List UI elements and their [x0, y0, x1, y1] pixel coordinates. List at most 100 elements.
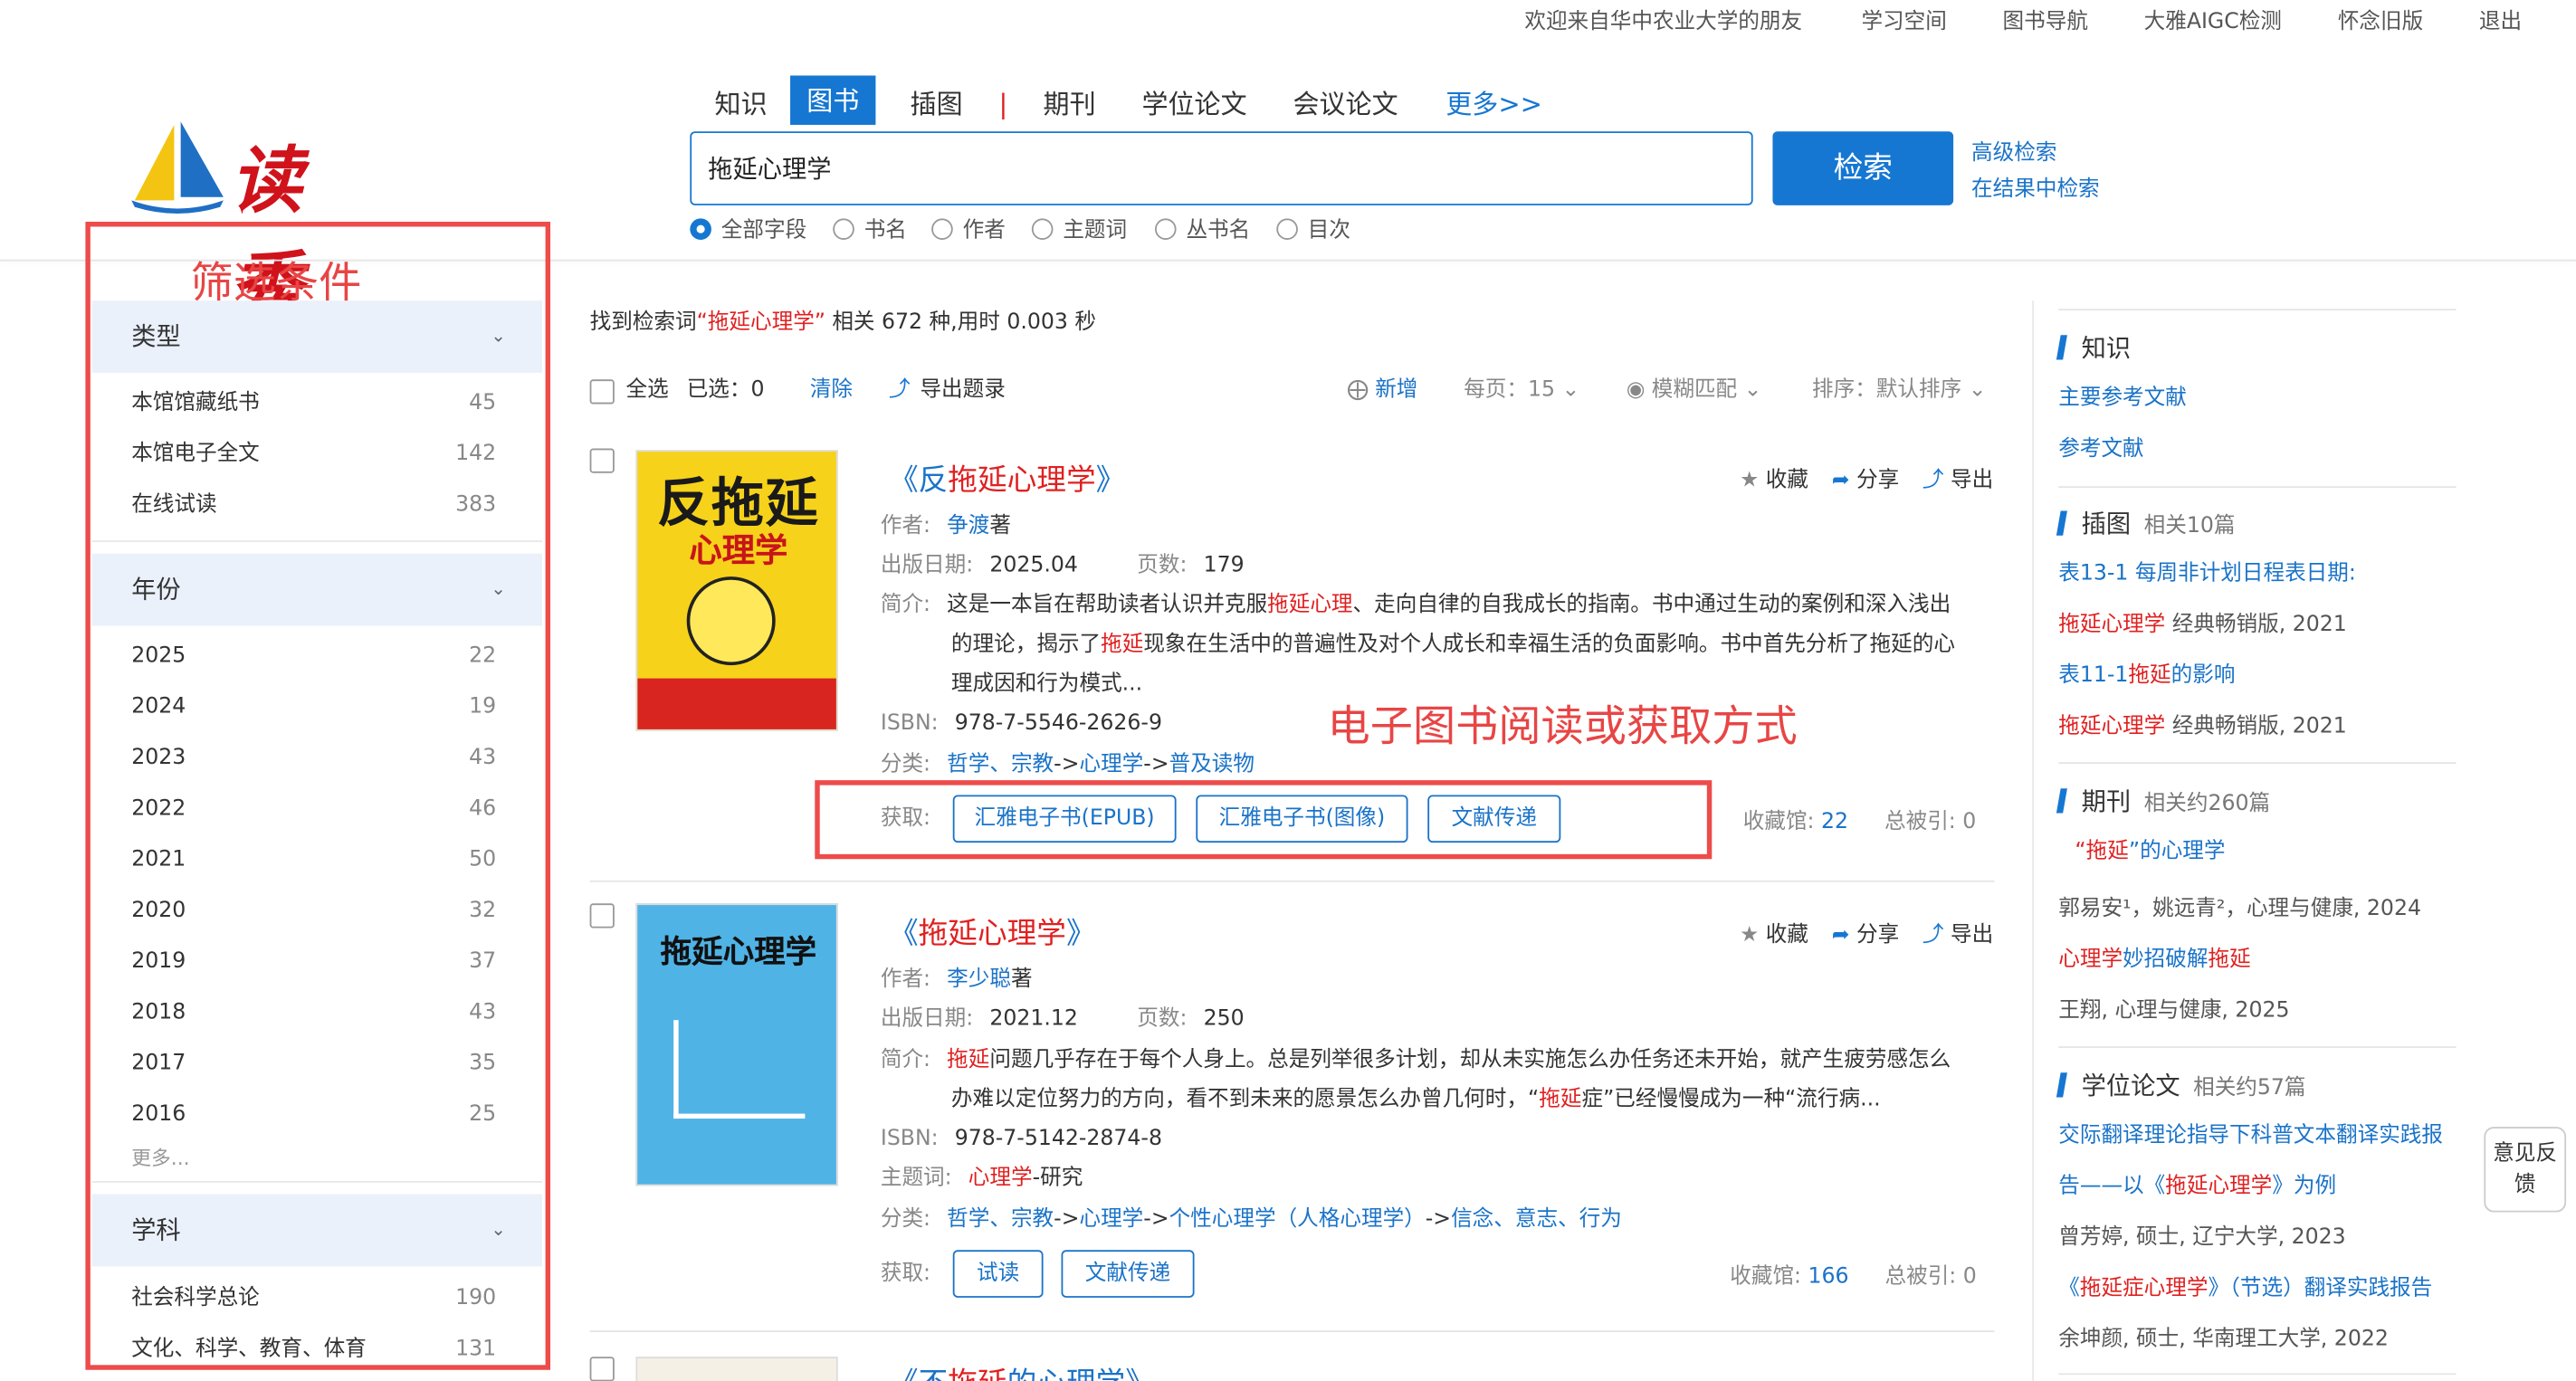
export-button[interactable]: ⤴ 导出: [1922, 923, 1993, 948]
related-figures-heading: 插图 相关10篇: [2056, 506, 2235, 540]
tab-divider: |: [998, 89, 1008, 120]
field-all-radio[interactable]: 全部字段: [690, 218, 806, 244]
field-toc-radio[interactable]: 目次: [1276, 218, 1350, 244]
trial-read-button[interactable]: 试读: [952, 1250, 1044, 1298]
tab-journals[interactable]: 期刊: [1044, 85, 1096, 125]
column-divider: [2032, 300, 2035, 1381]
logo[interactable]: 读秀: [129, 119, 375, 329]
share-button[interactable]: ➦ 分享: [1832, 468, 1900, 492]
field-author-radio[interactable]: 作者: [931, 218, 1006, 244]
welcome-text: 欢迎来自华中农业大学的朋友: [1524, 9, 1803, 35]
export-button[interactable]: ⤴ 导出: [1922, 468, 1993, 492]
result-checkbox[interactable]: [589, 903, 615, 929]
author-link[interactable]: 争渡: [947, 514, 989, 538]
favorite-button[interactable]: ★ 收藏: [1740, 468, 1808, 492]
field-title-radio[interactable]: 书名: [833, 218, 907, 244]
divider: [2058, 1046, 2457, 1049]
related-theses-heading: 学位论文 相关约57篇: [2056, 1068, 2306, 1102]
clear-link[interactable]: 清除: [810, 376, 853, 406]
stairs-illustration: [673, 1020, 806, 1119]
result-actions: ★ 收藏 ➦ 分享 ⤴ 导出: [1740, 917, 1993, 948]
related-link[interactable]: 拖延心理学: [2058, 715, 2165, 739]
favorite-button[interactable]: ★ 收藏: [1740, 923, 1808, 948]
book-cover-image[interactable]: [635, 1357, 838, 1381]
related-link[interactable]: 《拖延症心理学》（节选）翻译实践报告: [2058, 1274, 2432, 1304]
classification: 分类: 哲学、宗教->心理学->普及读物: [880, 752, 1255, 777]
link-study-space[interactable]: 学习空间: [1861, 4, 1946, 34]
divider: [589, 1330, 1995, 1333]
divider: [2058, 309, 2457, 311]
divider: [2058, 762, 2457, 764]
tab-figures[interactable]: 插图: [911, 85, 963, 125]
export-icon: ⤴: [888, 377, 911, 403]
select-all-checkbox[interactable]: [589, 379, 615, 405]
holdings-count[interactable]: 166: [1808, 1265, 1849, 1290]
tab-books[interactable]: 图书: [790, 75, 876, 125]
ebook-highlight-box: [815, 780, 1713, 860]
result-intro: 简介: 这是一本旨在帮助读者认识并克服拖延心理、走向自律的自我成长的指南。书中通过…: [880, 593, 1955, 697]
field-series-radio[interactable]: 丛书名: [1154, 218, 1250, 244]
per-page-select[interactable]: 每页：15 ⌄: [1464, 376, 1579, 406]
result-title[interactable]: 《反拖延心理学》: [889, 457, 1125, 500]
book-cover-image[interactable]: 拖延心理学: [635, 903, 838, 1186]
filter-highlight-box: [85, 222, 551, 1370]
related-link[interactable]: 拖延心理学: [2058, 613, 2165, 637]
fuzzy-icon: ◉: [1626, 377, 1646, 403]
add-button[interactable]: ⨁ 新增: [1347, 376, 1417, 406]
book-cover-image[interactable]: 反拖延 心理学: [635, 450, 838, 731]
result-title[interactable]: 《拖延心理学》: [889, 910, 1096, 953]
add-icon: ⨁: [1347, 377, 1369, 403]
result-intro: 简介: 拖延问题几乎存在于每个人身上。总是列举很多计划，却从未实施怎么办任务还未开…: [880, 1048, 1951, 1112]
related-link[interactable]: 交际翻译理论指导下科普文本翻译实践报: [2058, 1122, 2443, 1152]
search-input[interactable]: 拖延心理学: [690, 131, 1753, 205]
related-link[interactable]: 表11-1拖延的影响: [2058, 662, 2235, 691]
link-old-version[interactable]: 怀念旧版: [2338, 4, 2423, 34]
result-checkbox[interactable]: [589, 448, 615, 473]
link-logout[interactable]: 退出: [2479, 4, 2522, 34]
related-link[interactable]: 参考文献: [2058, 435, 2143, 465]
select-all-label[interactable]: 全选: [626, 376, 669, 406]
link-aigc[interactable]: 大雅AIGC检测: [2144, 4, 2282, 34]
star-icon: ★: [1740, 923, 1760, 948]
share-icon: ➦: [1831, 468, 1850, 493]
share-icon: ➦: [1831, 923, 1850, 948]
related-link[interactable]: 心理学妙招破解拖延: [2058, 946, 2250, 976]
tab-knowledge[interactable]: 知识: [715, 85, 768, 125]
author-link[interactable]: 李少聪: [947, 967, 1011, 992]
result-title[interactable]: 《不拖延的心理学》: [889, 1360, 1155, 1381]
result-summary: 找到检索词“拖延心理学” 相关 672 种,用时 0.003 秒: [589, 310, 1097, 336]
divider: [2058, 486, 2457, 489]
search-button[interactable]: 检索: [1772, 131, 1954, 205]
result-checkbox[interactable]: [589, 1357, 615, 1381]
star-icon: ★: [1740, 468, 1760, 493]
tab-theses[interactable]: 学位论文: [1141, 85, 1246, 125]
tab-more[interactable]: 更多>>: [1445, 85, 1542, 125]
classification: 分类: 哲学、宗教->心理学->个性心理学（人格心理学）->信念、意志、行为: [880, 1207, 1622, 1233]
related-knowledge-heading: 知识: [2056, 330, 2131, 365]
share-button[interactable]: ➦ 分享: [1832, 923, 1900, 948]
link-book-nav[interactable]: 图书导航: [2003, 4, 2088, 34]
selected-count: 已选：0: [686, 377, 765, 403]
search-within-link[interactable]: 在结果中检索: [1971, 171, 2100, 202]
sort-select[interactable]: 排序：默认排序 ⌄: [1812, 376, 1986, 406]
related-link[interactable]: “拖延”的心理学: [2075, 838, 2225, 868]
sail-logo-icon: [131, 121, 224, 214]
export-list-button[interactable]: ⤴ 导出题录: [889, 376, 1006, 406]
export-icon: ⤴: [1922, 923, 1944, 948]
fuzzy-match-select[interactable]: ◉ 模糊匹配 ⌄: [1627, 376, 1762, 406]
divider: [2058, 1373, 2457, 1376]
holdings-count[interactable]: 22: [1821, 810, 1848, 834]
related-link[interactable]: 表13-1 每周非计划日程表日期:: [2058, 560, 2356, 590]
export-icon: ⤴: [1922, 468, 1944, 493]
duck-illustration: [686, 576, 776, 666]
advanced-search-link[interactable]: 高级检索: [1971, 135, 2056, 166]
related-link[interactable]: 主要参考文献: [2058, 385, 2187, 414]
related-journals-heading: 期刊 相关约260篇: [2056, 784, 2270, 818]
result-actions: ★ 收藏 ➦ 分享 ⤴ 导出: [1740, 462, 1993, 492]
tab-conference[interactable]: 会议论文: [1293, 85, 1398, 125]
related-link[interactable]: 告——以《拖延心理学》为例: [2058, 1173, 2336, 1203]
divider: [589, 880, 1995, 882]
document-delivery-button[interactable]: 文献传递: [1061, 1250, 1195, 1298]
feedback-button[interactable]: 意见反馈: [2484, 1127, 2567, 1213]
field-subject-radio[interactable]: 主题词: [1031, 218, 1127, 244]
